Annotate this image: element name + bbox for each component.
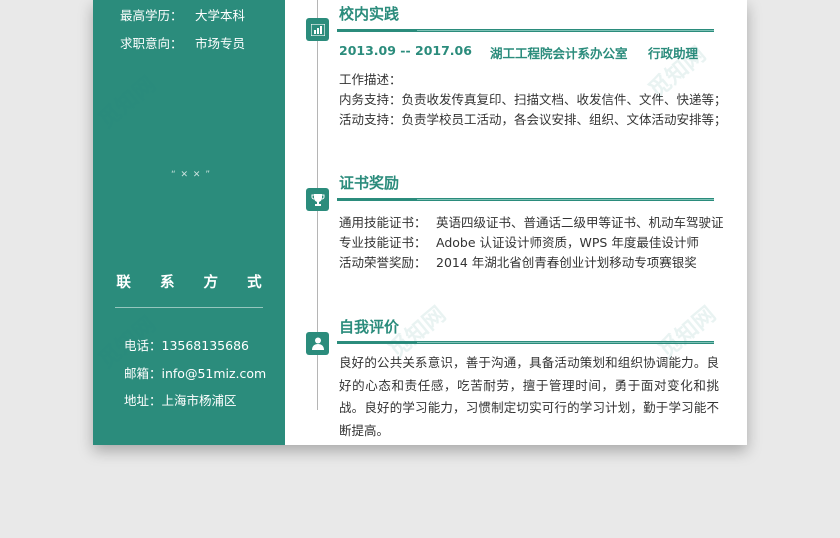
section-underline	[337, 29, 714, 32]
phone-text: 电话：13568135686	[124, 338, 249, 353]
certificate-row: 活动荣誉奖励： 2014 年湖北省创青春创业计划移动专项赛银奖	[339, 252, 697, 271]
practice-desc-line: 活动支持：负责学校员工活动，各会议安排、组织、文体活动安排等；	[339, 112, 727, 127]
sidebar: 最高学历： 大学本科 求职意向： 市场专员 “ ✕ ✕ ” 联 系 方 式 电话：1…	[93, 0, 285, 445]
job-intent-value: 市场专员	[195, 36, 246, 51]
certificate-label: 通用技能证书：	[339, 215, 427, 230]
bar-chart-icon	[306, 18, 329, 41]
practice-position: 行政助理	[648, 46, 699, 61]
user-icon	[306, 332, 329, 355]
address-text: 地址：上海市杨浦区	[124, 393, 237, 408]
practice-period: 2013.09 -- 2017.06	[339, 43, 472, 58]
practice-title: 校内实践	[339, 5, 400, 23]
certificate-value: Adobe 认证设计师资质，WPS 年度最佳设计师	[436, 235, 699, 250]
certificate-label: 活动荣誉奖励：	[339, 255, 427, 270]
certificate-label: 专业技能证书：	[339, 235, 427, 250]
self-eval-title: 自我评价	[339, 318, 400, 336]
certificate-value: 2014 年湖北省创青春创业计划移动专项赛银奖	[436, 255, 697, 270]
self-eval-text: 良好的公共关系意识，善于沟通，具备活动策划和组织协调能力。良好的心态和责任感，吃…	[339, 355, 719, 438]
contact-title: 联 系 方 式	[116, 275, 274, 291]
resume-page: 最高学历： 大学本科 求职意向： 市场专员 “ ✕ ✕ ” 联 系 方 式 电话：1…	[93, 0, 747, 445]
divider	[115, 307, 263, 308]
email-text: 邮箱：info@51miz.com	[124, 366, 267, 381]
decoration-mark: “ ✕ ✕ ”	[171, 170, 211, 180]
section-underline	[337, 198, 714, 201]
job-intent-label: 求职意向：	[120, 36, 183, 51]
education-row: 最高学历： 大学本科	[120, 5, 245, 24]
section-underline	[337, 341, 714, 344]
certificate-value: 英语四级证书、普通话二级甲等证书、机动车驾驶证	[436, 215, 724, 230]
education-label: 最高学历：	[120, 8, 183, 23]
job-intent-row: 求职意向： 市场专员	[120, 33, 245, 52]
certificate-row: 通用技能证书： 英语四级证书、普通话二级甲等证书、机动车驾驶证	[339, 212, 724, 231]
practice-desc-label: 工作描述：	[339, 72, 402, 87]
certificates-title: 证书奖励	[339, 174, 400, 192]
education-value: 大学本科	[195, 8, 246, 23]
trophy-icon	[306, 188, 329, 211]
practice-organization: 湖工工程院会计系办公室	[490, 46, 628, 61]
certificate-row: 专业技能证书： Adobe 认证设计师资质，WPS 年度最佳设计师	[339, 232, 699, 251]
practice-desc-line: 内务支持：负责收发传真复印、扫描文档、收发信件、文件、快递等；	[339, 92, 727, 107]
